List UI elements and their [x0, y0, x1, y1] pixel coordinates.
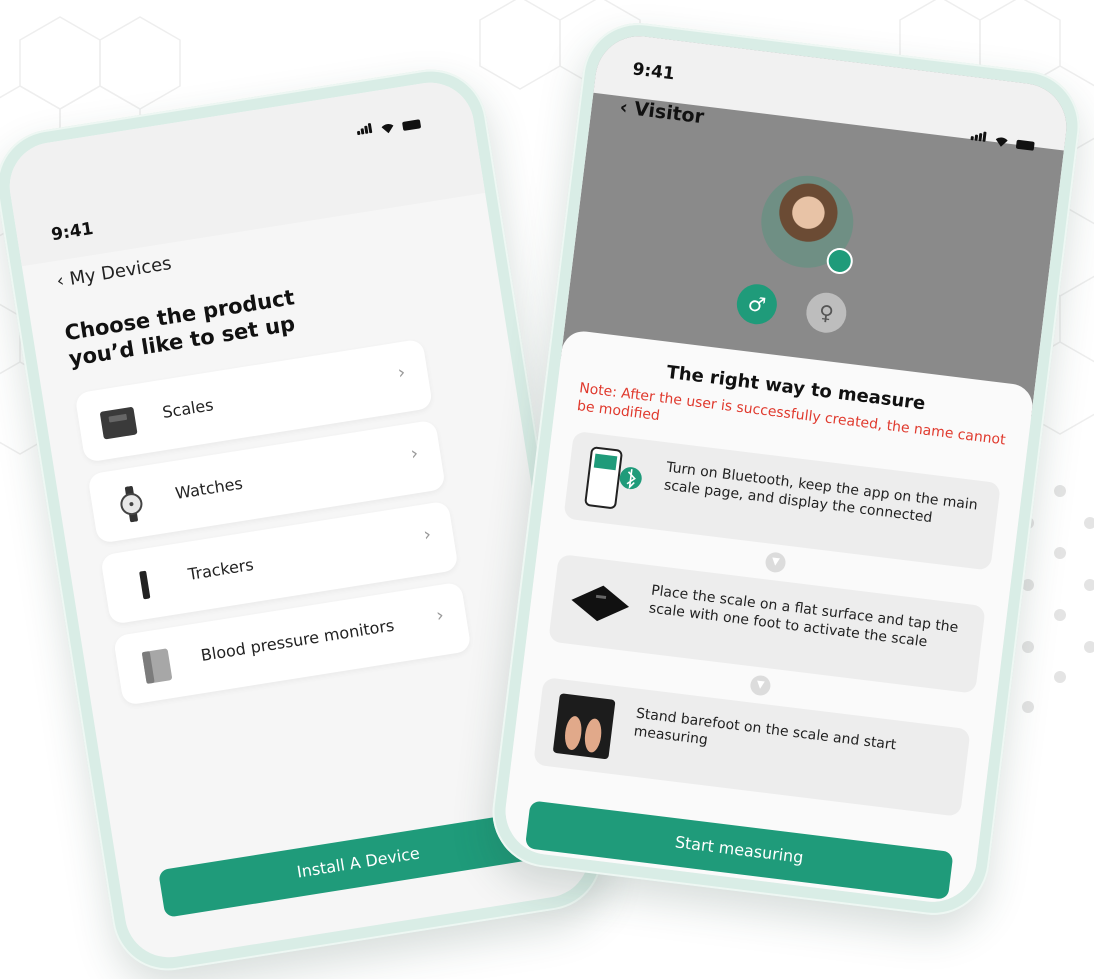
- watch-icon: [120, 485, 143, 523]
- wifi-icon: [995, 137, 1008, 147]
- scale-icon: [100, 407, 138, 440]
- female-icon: ♀: [817, 299, 836, 326]
- chevron-right-icon: ›: [434, 604, 446, 627]
- phone-visitor-measure: 9:41 ‹ Visitor ♂ ♀ The right way to meas…: [486, 16, 1086, 922]
- step-text: Stand barefoot on the scale and start me…: [632, 705, 898, 754]
- feet-on-scale-icon: [553, 693, 616, 760]
- status-time: 9:41: [631, 59, 676, 85]
- signal-icon: [970, 129, 988, 145]
- male-icon: ♂: [746, 291, 768, 318]
- back-button[interactable]: ‹ My Devices: [55, 253, 173, 292]
- step-text: Turn on Bluetooth, keep the app on the m…: [663, 459, 979, 527]
- battery-icon: [401, 119, 421, 132]
- status-icons: [356, 114, 421, 138]
- chevron-right-icon: ›: [396, 361, 407, 384]
- device-item-label: Blood pressure monitors: [199, 615, 396, 665]
- blood-pressure-monitor-icon: [142, 648, 173, 684]
- chevron-down-icon: ▼: [764, 551, 787, 574]
- step-text: Place the scale on a flat surface and ta…: [648, 582, 960, 651]
- tracker-icon: [139, 570, 151, 600]
- device-item-label: Scales: [161, 395, 215, 422]
- chevron-down-icon: ▼: [749, 674, 772, 697]
- back-label: My Devices: [68, 253, 173, 290]
- chevron-right-icon: ›: [422, 523, 433, 546]
- status-time: 9:41: [49, 218, 95, 246]
- visitor-screen: 9:41 ‹ Visitor ♂ ♀ The right way to meas…: [500, 31, 1072, 907]
- device-item-label: Trackers: [186, 554, 255, 584]
- wifi-icon: [381, 124, 394, 134]
- phone-bluetooth-icon: [584, 446, 642, 509]
- chevron-right-icon: ›: [409, 442, 420, 465]
- step-stand-barefoot: Stand barefoot on the scale and start me…: [533, 677, 971, 817]
- chevron-left-icon: ‹: [55, 270, 66, 292]
- scale-icon: [571, 585, 630, 622]
- step-place-scale: Place the scale on a flat surface and ta…: [548, 553, 986, 694]
- measure-guide-sheet: The right way to measure Note: After the…: [500, 328, 1035, 907]
- signal-icon: [356, 122, 374, 138]
- device-item-label: Watches: [173, 473, 244, 503]
